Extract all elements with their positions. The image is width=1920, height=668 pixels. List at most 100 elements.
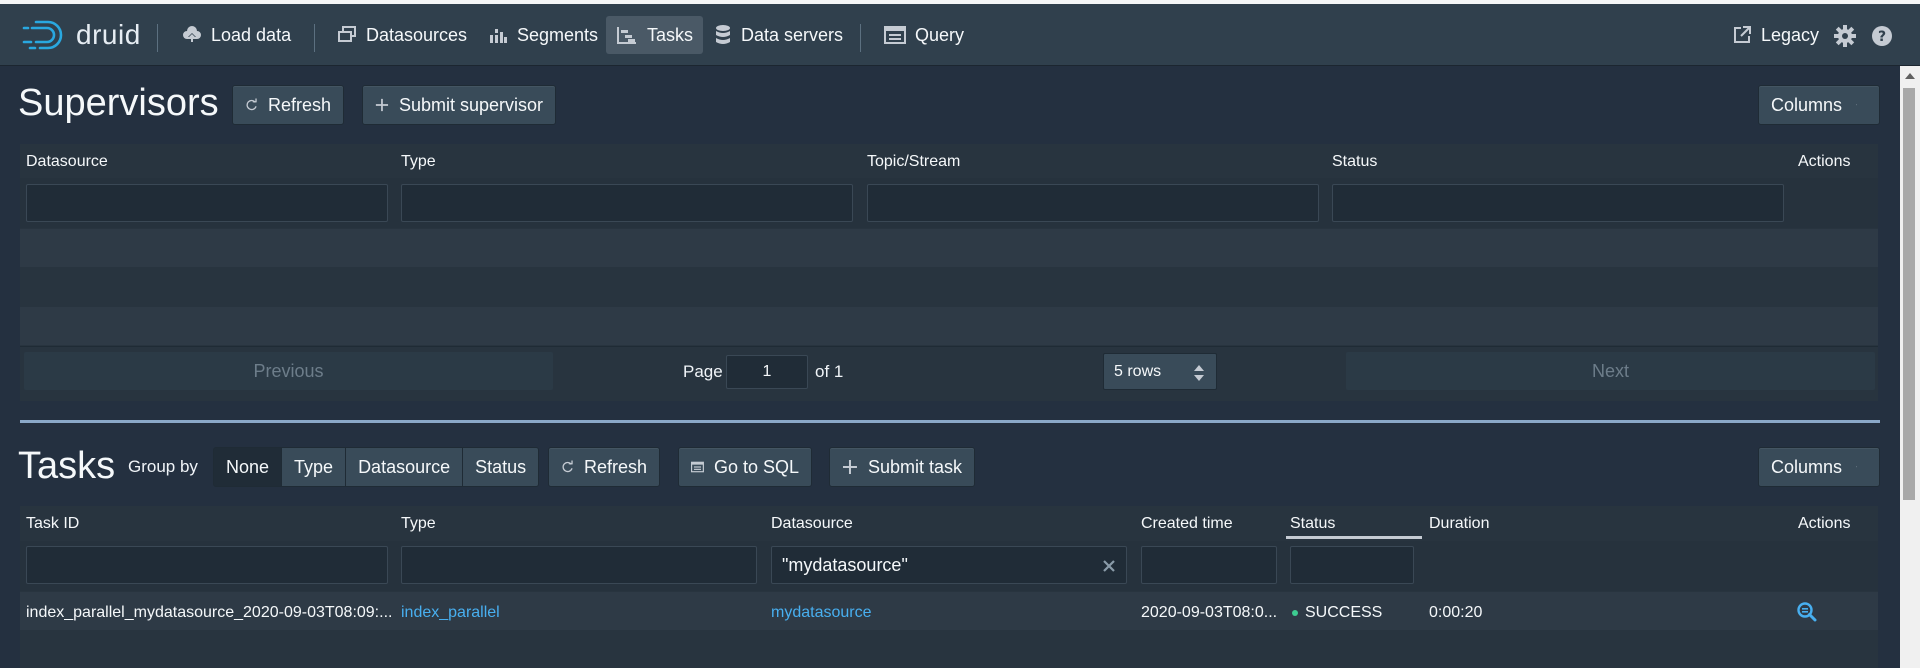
sup-col-type[interactable]: Type [401,153,436,171]
task-col-duration[interactable]: Duration [1429,515,1489,533]
task-id-cell: index_parallel_mydatasource_2020-09-03T0… [26,604,393,621]
sup-topic-filter[interactable] [867,184,1319,222]
task-col-id[interactable]: Task ID [26,515,79,533]
supervisors-columns-button[interactable]: Columns [1758,85,1880,125]
sort-indicator [1286,536,1422,539]
submit-task-button[interactable]: Submit task [829,447,975,487]
sup-datasource-filter[interactable] [26,184,388,222]
nav-datasources-label: Datasources [366,24,468,45]
nav-tasks[interactable]: Tasks [606,16,704,54]
database-icon [716,25,730,44]
task-col-type[interactable]: Type [401,515,436,533]
table-row [20,268,1878,306]
datasources-icon [338,26,356,42]
nav-datasources[interactable]: Datasources [327,16,477,54]
nav-segments[interactable]: Segments [478,16,608,54]
sup-col-status[interactable]: Status [1332,153,1377,171]
panel-divider[interactable] [20,420,1880,423]
go-to-sql-button[interactable]: Go to SQL [678,447,812,487]
sup-rows-select[interactable]: 5 rows [1103,353,1217,390]
search-template-icon [1797,602,1817,622]
task-status-value: SUCCESS [1305,604,1383,621]
table-row [20,229,1878,267]
nav-data-servers[interactable]: Data servers [704,16,853,54]
group-by-datasource[interactable]: Datasource [346,448,464,486]
group-by-status[interactable]: Status [463,448,539,486]
sup-rows-value: 5 rows [1114,362,1162,380]
nav-load-data-label: Load data [211,24,292,45]
plus-icon [375,98,389,112]
task-col-actions: Actions [1798,515,1851,532]
logo-text: druid [76,19,141,50]
plus-icon [842,460,857,474]
sup-previous-button[interactable]: Previous [24,352,553,390]
caret-down-icon [1856,466,1857,468]
sup-page-of: of 1 [815,362,844,381]
refresh-icon [562,460,573,473]
sup-status-filter[interactable] [1332,184,1784,222]
task-col-datasource[interactable]: Datasource [771,515,853,533]
nav-tasks-label: Tasks [647,24,694,45]
svg-text:?: ? [1878,29,1886,45]
task-duration-cell: 0:00:20 [1429,604,1483,621]
submit-task-label: Submit task [867,456,962,477]
nav-query[interactable]: Query [874,16,974,54]
sup-col-datasource[interactable]: Datasource [26,153,108,171]
tasks-refresh-button[interactable]: Refresh [548,447,660,487]
task-created-cell: 2020-09-03T08:0... [1141,604,1278,621]
tasks-title: Tasks [18,445,116,487]
scrollbar-thumb[interactable] [1903,88,1915,500]
task-datasource-filter-value: "mydatasource" [782,554,908,575]
external-link-icon [1734,26,1751,43]
top-navbar: druid Load data Datasources Segments Tas… [0,4,1920,66]
sup-next-button[interactable]: Next [1346,352,1875,390]
gear-icon [1834,25,1856,47]
double-caret-icon [1194,365,1204,381]
nav-data-servers-label: Data servers [741,24,844,45]
cloud-upload-icon [183,26,201,43]
query-icon [691,461,704,473]
submit-supervisor-button[interactable]: Submit supervisor [362,85,556,125]
task-type-filter[interactable] [401,546,757,584]
tasks-columns-button[interactable]: Columns [1758,447,1880,487]
caret-down-icon [1856,104,1857,106]
segments-icon [490,29,507,43]
nav-legacy[interactable]: Legacy [1722,16,1829,54]
query-icon [884,26,906,44]
group-by-label: Group by [128,457,198,476]
sup-col-topic[interactable]: Topic/Stream [867,153,960,171]
settings-button[interactable] [1834,25,1856,52]
sup-page-label: Page [683,362,723,381]
nav-divider [157,24,158,52]
task-datasource-filter[interactable]: "mydatasource" [771,546,1127,584]
nav-divider [860,24,861,52]
sup-type-filter[interactable] [401,184,853,222]
nav-legacy-label: Legacy [1761,24,1820,45]
nav-load-data[interactable]: Load data [172,16,301,54]
group-by-type[interactable]: Type [282,448,347,486]
scroll-up-icon[interactable] [1905,72,1915,80]
task-details-button[interactable] [1797,602,1817,627]
task-col-status[interactable]: Status [1290,515,1335,533]
supervisors-columns-label: Columns [1771,94,1843,115]
help-icon: ? [1872,26,1892,46]
task-col-created[interactable]: Created time [1141,515,1233,533]
druid-logo-icon [22,20,63,50]
druid-logo[interactable]: druid [22,18,141,52]
task-status-filter[interactable] [1290,546,1414,584]
clear-icon[interactable] [1102,559,1116,573]
task-created-filter[interactable] [1141,546,1277,584]
task-datasource-link[interactable]: mydatasource [771,604,872,622]
sup-col-actions: Actions [1798,153,1851,170]
supervisors-refresh-button[interactable]: Refresh [232,85,344,125]
tasks-icon [617,27,636,44]
group-by-none[interactable]: None [214,448,283,486]
tasks-columns-label: Columns [1771,456,1843,477]
refresh-icon [246,98,257,111]
task-id-filter[interactable] [26,546,388,584]
sup-page-input[interactable]: 1 [726,355,808,389]
help-button[interactable]: ? [1871,25,1893,52]
task-status-cell: SUCCESS [1292,604,1382,622]
tasks-refresh-label: Refresh [583,456,647,477]
task-type-link[interactable]: index_parallel [401,604,500,622]
